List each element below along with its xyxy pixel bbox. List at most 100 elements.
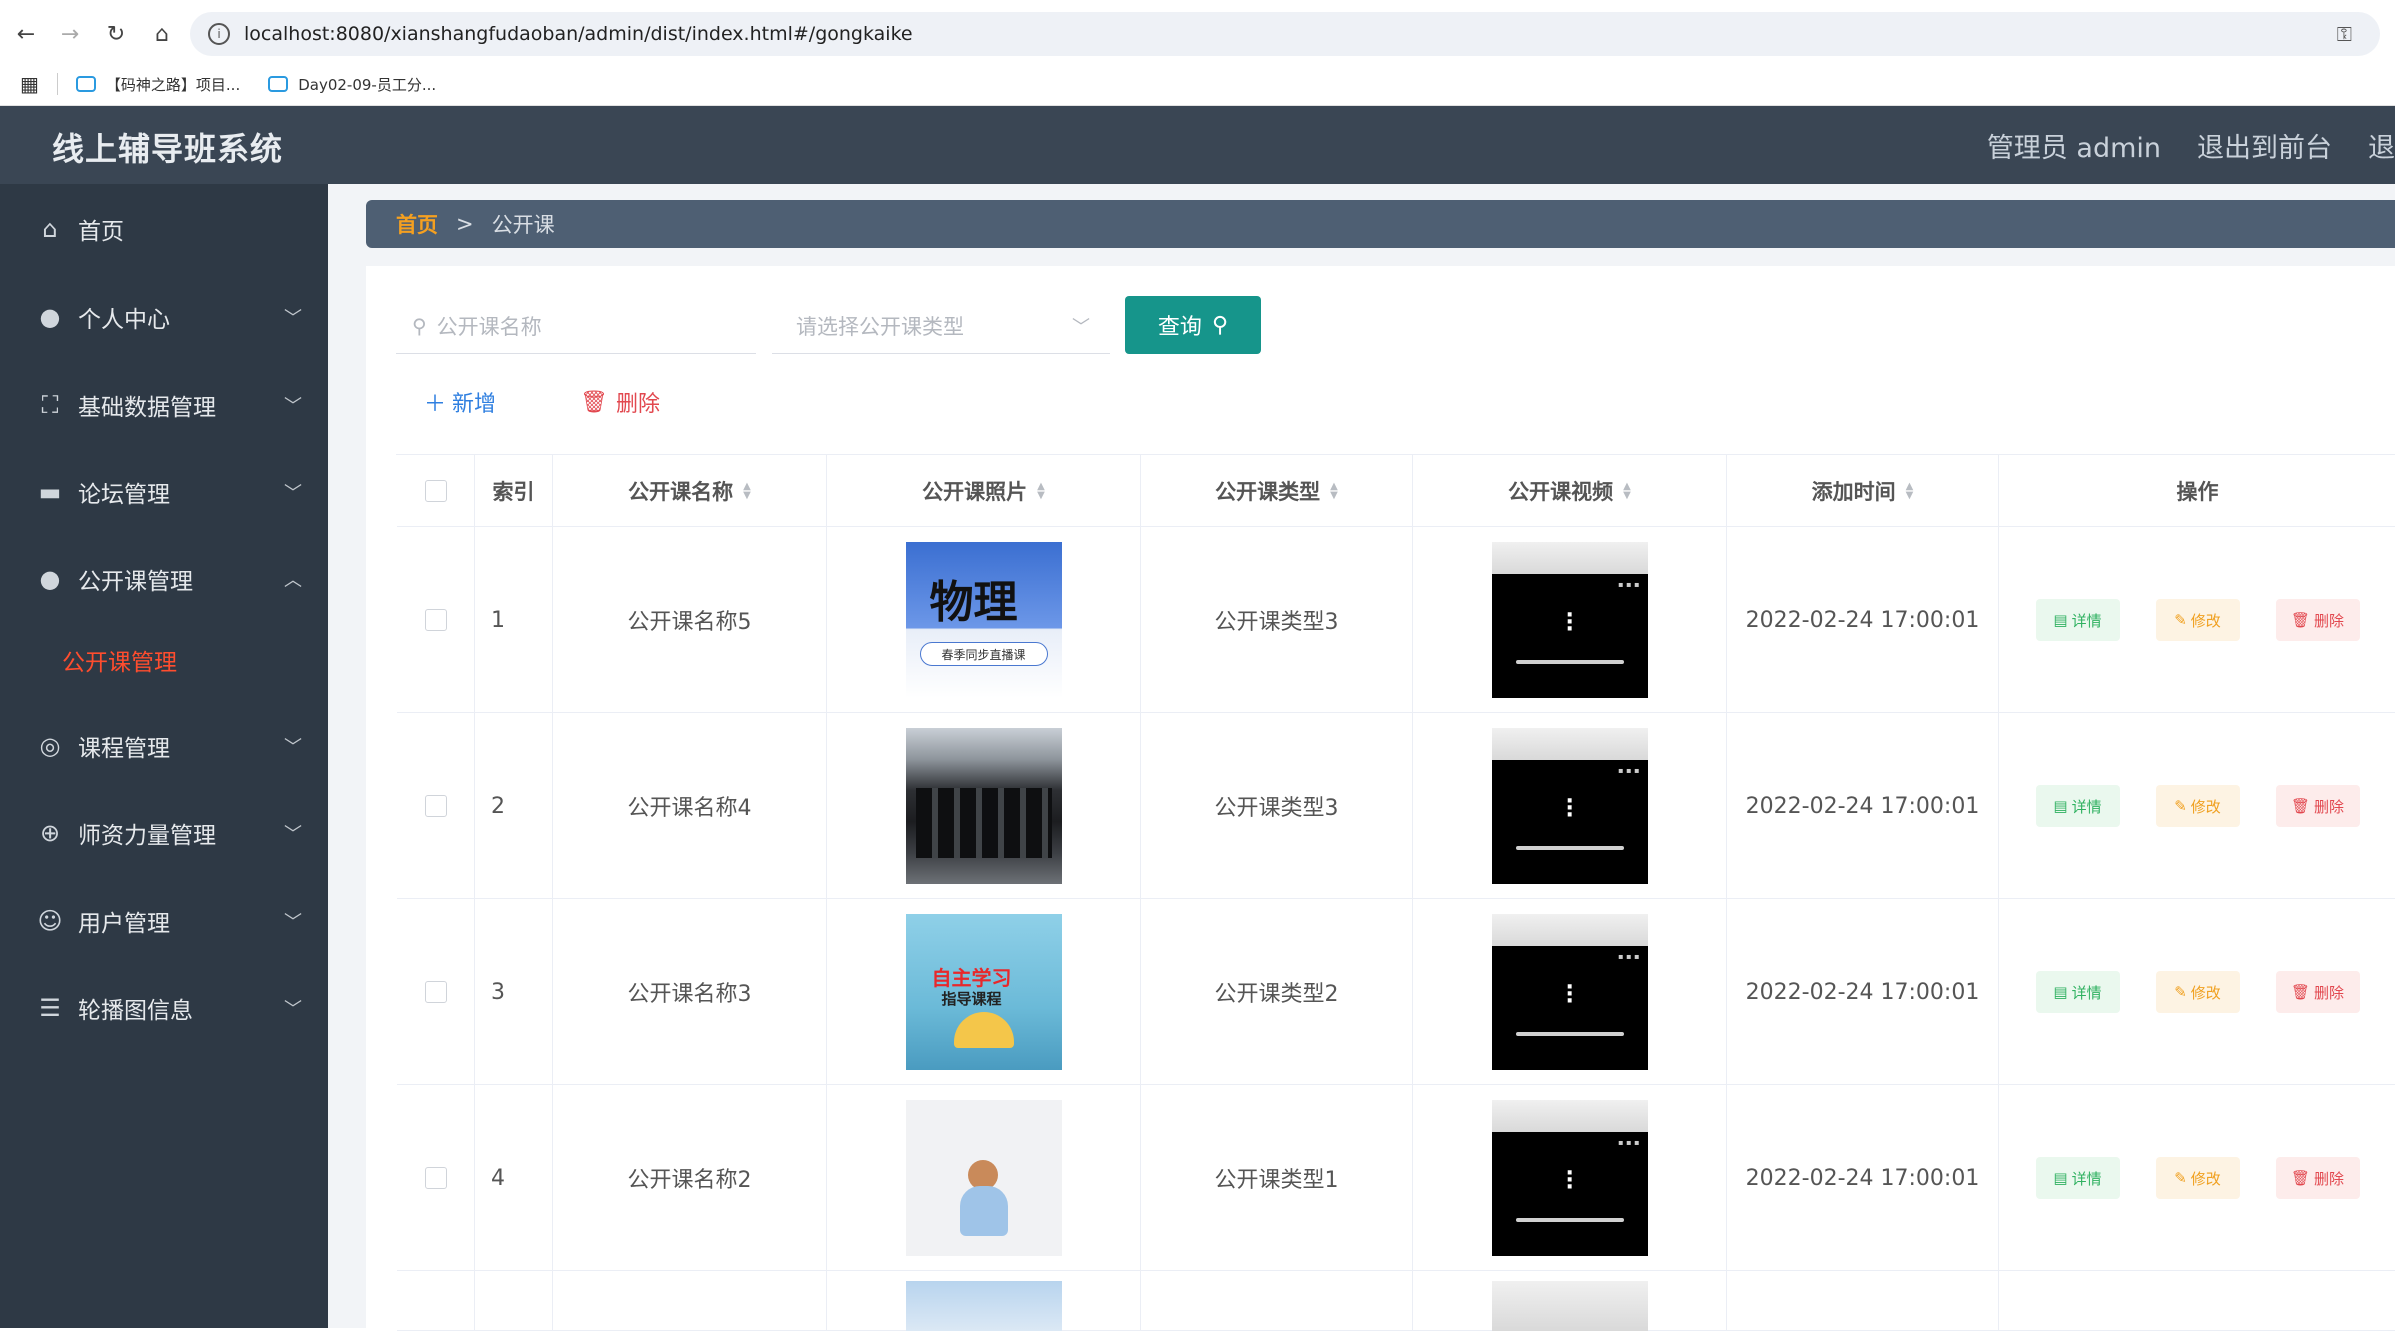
video-top-bar [1491, 542, 1648, 574]
add-button[interactable]: ＋ 新增 [424, 386, 496, 418]
logout-link[interactable]: 退 [2368, 126, 2395, 165]
column-label: 操作 [2176, 480, 2219, 504]
sidebar-item-course[interactable]: ◎ 课程管理 ﹀ [0, 711, 328, 781]
course-name-search-input[interactable]: ⚲ 公开课名称 [396, 298, 756, 354]
delete-label: 删除 [2314, 1169, 2345, 1188]
edit-button[interactable]: ✎ 修改 [2155, 785, 2240, 827]
detail-button[interactable]: ▤ 详情 [2035, 1157, 2120, 1199]
video-progress-bar[interactable] [1515, 1032, 1624, 1036]
select-all-checkbox[interactable] [424, 480, 447, 502]
more-options-icon[interactable]: · · · [1566, 605, 1574, 641]
apps-grid-icon[interactable]: ▦ [20, 72, 39, 96]
course-photo[interactable] [905, 1281, 1062, 1331]
course-type-select[interactable]: 请选择公开课类型 ﹀ [772, 298, 1110, 354]
face-icon: ☺ [37, 907, 63, 935]
name-cell: 公开课名称4 [553, 713, 827, 899]
delete-button[interactable]: 🗑 删除 [2275, 785, 2360, 827]
sort-icon[interactable]: ▲ ▼ [1330, 482, 1338, 501]
sidebar-item-basic-data[interactable]: ⛶ 基础数据管理 ﹀ [0, 370, 328, 440]
document-icon: ▤ [2053, 797, 2068, 815]
back-to-front-link[interactable]: 退出到前台 [2197, 126, 2332, 165]
detail-button[interactable]: ▤ 详情 [2035, 971, 2120, 1013]
video-player[interactable]: ▪ ▪ ▪ · · · [1491, 542, 1648, 698]
video-player[interactable]: ▪ ▪ ▪ · · · [1491, 914, 1648, 1070]
row-checkbox[interactable] [424, 981, 447, 1003]
sidebar-item-label: 师资力量管理 [78, 823, 216, 849]
site-info-icon[interactable]: i [208, 23, 230, 45]
back-icon[interactable]: ← [8, 16, 44, 52]
type-cell [1141, 1271, 1413, 1331]
reload-icon[interactable]: ↻ [98, 16, 134, 52]
course-photo[interactable] [905, 1100, 1062, 1256]
actions-cell: ▤ 详情 ✎ 修改 🗑 删除 [1999, 713, 2395, 899]
time-cell: 2022-02-24 17:00:01 [1727, 1085, 1999, 1271]
key-icon[interactable]: ⚿ [2337, 22, 2352, 46]
column-header-video[interactable]: 公开课视频 ▲ ▼ [1413, 455, 1727, 527]
chevron-down-icon: ﹀ [1072, 316, 1090, 338]
sidebar-item-personal[interactable]: ● 个人中心 ﹀ [0, 282, 328, 352]
course-photo[interactable] [905, 728, 1062, 884]
query-button[interactable]: 查询 ⚲ [1125, 296, 1261, 354]
delete-button[interactable]: 🗑 删除 [2275, 599, 2360, 641]
batch-delete-button[interactable]: 🗑 删除 [580, 386, 660, 418]
video-progress-bar[interactable] [1515, 1218, 1624, 1222]
forward-icon[interactable]: → [52, 16, 88, 52]
video-top-bar [1491, 728, 1648, 760]
trash-icon: 🗑 [580, 389, 608, 415]
name-cell: 公开课名称3 [553, 899, 827, 1085]
column-label: 公开课名称 [628, 480, 734, 504]
sidebar-item-teachers[interactable]: ⊕ 师资力量管理 ﹀ [0, 798, 328, 868]
bookmark-item[interactable]: Day02-09-员工分... [268, 74, 436, 95]
home-icon: ⌂ [42, 215, 58, 243]
edit-button[interactable]: ✎ 修改 [2155, 599, 2240, 641]
select-placeholder: 请选择公开课类型 [796, 314, 964, 339]
video-player[interactable]: ▪ ▪ ▪ · · · [1491, 728, 1648, 884]
row-checkbox[interactable] [424, 609, 447, 631]
column-header-type[interactable]: 公开课类型 ▲ ▼ [1141, 455, 1413, 527]
sort-icon[interactable]: ▲ ▼ [743, 482, 751, 501]
address-bar[interactable]: i localhost:8080/xianshangfudaoban/admin… [190, 12, 2380, 56]
course-photo[interactable]: 物理 春季同步直播课 [905, 542, 1062, 698]
video-player[interactable]: ▪ ▪ ▪ · · · [1491, 1100, 1648, 1256]
course-photo[interactable]: 自主学习 指导课程 [905, 914, 1062, 1070]
more-options-icon[interactable]: · · · [1566, 1163, 1574, 1199]
submenu-item-open-course[interactable]: 公开课管理 [0, 630, 328, 690]
column-label: 添加时间 [1811, 480, 1896, 504]
row-checkbox-cell [397, 899, 475, 1085]
column-header-name[interactable]: 公开课名称 ▲ ▼ [553, 455, 827, 527]
breadcrumb-home[interactable]: 首页 [396, 209, 438, 239]
bookmark-item[interactable]: 【码神之路】项目... [75, 74, 240, 95]
row-checkbox[interactable] [424, 795, 447, 817]
add-label: 新增 [452, 392, 497, 417]
column-label: 公开课类型 [1215, 480, 1321, 504]
sort-icon[interactable]: ▲ ▼ [1037, 482, 1045, 501]
bilibili-icon [268, 76, 289, 92]
sidebar-item-home[interactable]: ⌂ 首页 [0, 194, 328, 264]
edit-button[interactable]: ✎ 修改 [2155, 971, 2240, 1013]
sidebar-item-carousel[interactable]: ☰ 轮播图信息 ﹀ [0, 973, 328, 1043]
sidebar-item-open-course[interactable]: ● 公开课管理 ︿ [0, 544, 328, 614]
delete-button[interactable]: 🗑 删除 [2275, 971, 2360, 1013]
column-header-time[interactable]: 添加时间 ▲ ▼ [1727, 455, 1999, 527]
detail-button[interactable]: ▤ 详情 [2035, 785, 2120, 827]
edit-button[interactable]: ✎ 修改 [2155, 1157, 2240, 1199]
home-icon[interactable]: ⌂ [144, 16, 180, 52]
more-options-icon[interactable]: · · · [1566, 791, 1574, 827]
pencil-icon: ✎ [2174, 797, 2187, 815]
column-header-photo[interactable]: 公开课照片 ▲ ▼ [827, 455, 1141, 527]
more-options-icon[interactable]: · · · [1566, 977, 1574, 1013]
row-checkbox[interactable] [424, 1167, 447, 1189]
video-player[interactable] [1491, 1281, 1648, 1331]
frame-icon: ⛶ [41, 391, 59, 419]
sort-icon[interactable]: ▲ ▼ [1906, 482, 1914, 501]
chat-icon: ▬ [38, 478, 62, 506]
delete-button[interactable]: 🗑 删除 [2275, 1157, 2360, 1199]
detail-button[interactable]: ▤ 详情 [2035, 599, 2120, 641]
sidebar-item-forum[interactable]: ▬ 论坛管理 ﹀ [0, 457, 328, 527]
video-progress-bar[interactable] [1515, 660, 1624, 664]
video-progress-bar[interactable] [1515, 846, 1624, 850]
sidebar-item-users[interactable]: ☺ 用户管理 ﹀ [0, 886, 328, 956]
time-cell: 2022-02-24 17:00:01 [1727, 713, 1999, 899]
sort-icon[interactable]: ▲ ▼ [1623, 482, 1631, 501]
time-cell: 2022-02-24 17:00:01 [1727, 527, 1999, 713]
